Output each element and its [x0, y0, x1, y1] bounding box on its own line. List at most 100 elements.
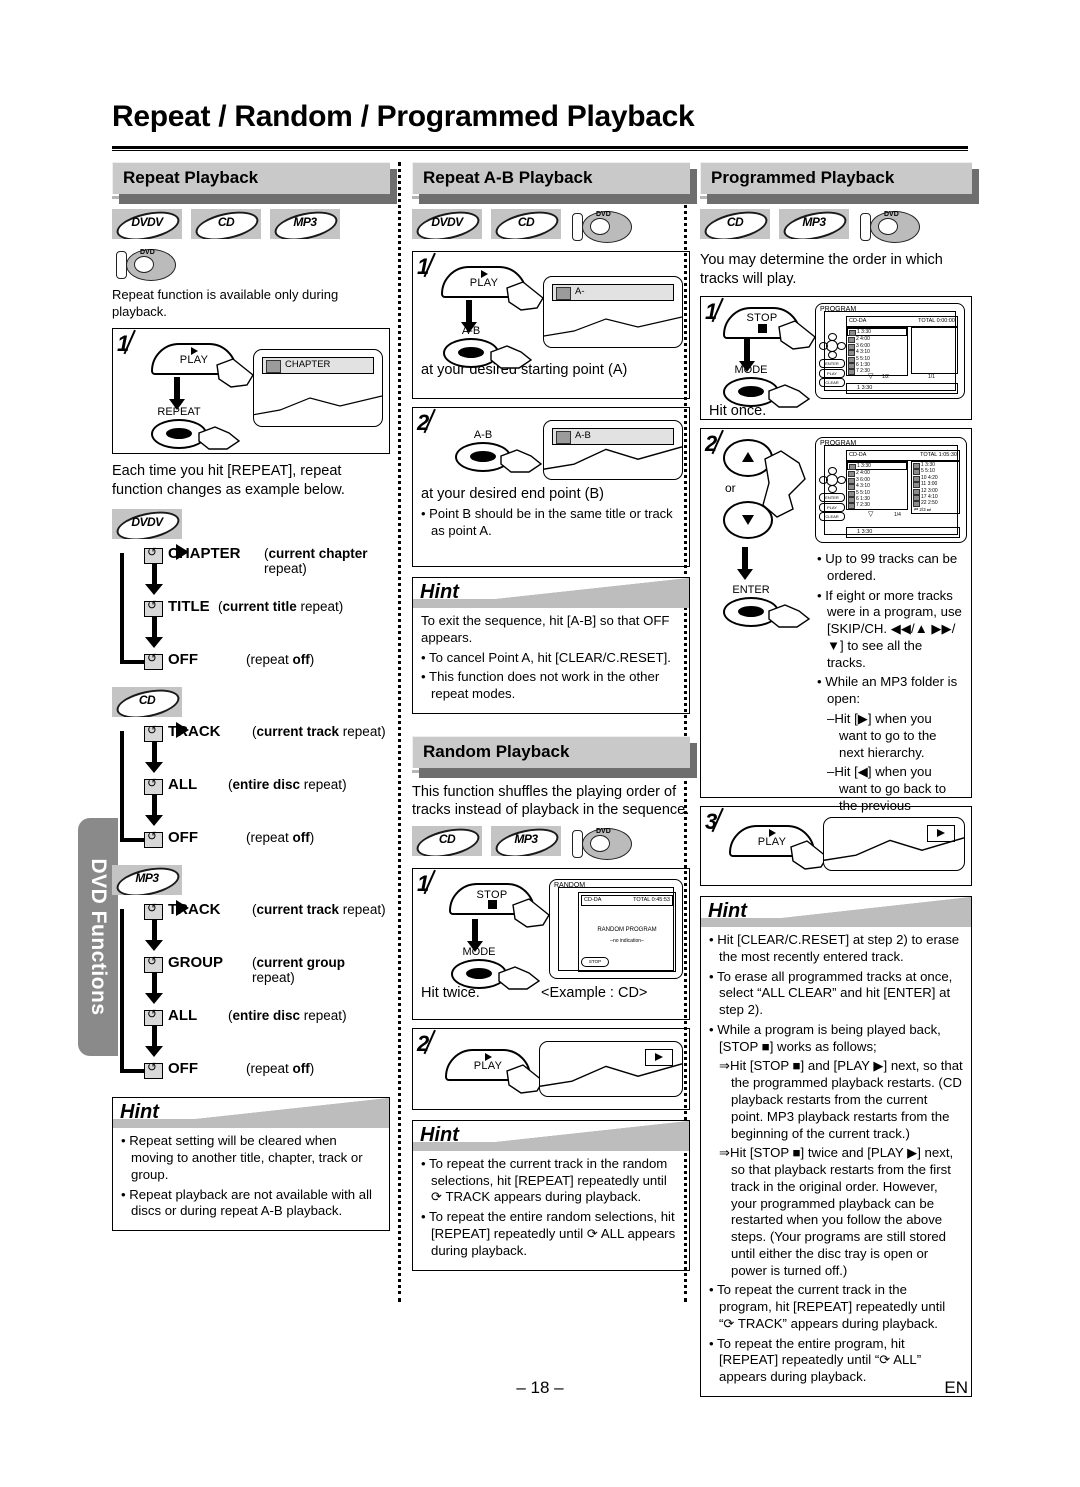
dpad-icon — [819, 467, 846, 494]
osd-play-pill: PLAY — [819, 369, 845, 379]
flow-item-2: OFF (repeat off) — [112, 829, 390, 869]
badge-cd-icon-flow: CD — [112, 687, 182, 718]
flow-item-3: OFF (repeat off) — [112, 1060, 390, 1100]
hint-item: • To repeat the entire random selections… — [421, 1209, 676, 1258]
repeat-intro-text: Repeat function is available only during… — [112, 287, 339, 319]
column-repeat-ab-playback: Repeat A-B Playback DVDV CD DVD 1 PLAY A… — [412, 162, 697, 1281]
dpad-icon — [819, 333, 846, 360]
flow-label: ALL — [168, 776, 198, 794]
badge-row-col3: CD MP3 DVD — [700, 209, 972, 243]
step-caption-left: Hit twice. — [421, 984, 480, 1001]
osd-track-list-left: 1 3:30 2 4:00 3 6:00 4 3:10 5 5:10 6 1:3… — [846, 327, 908, 376]
section-title: Random Playback — [412, 735, 690, 768]
page-number: – 18 – — [516, 1378, 564, 1397]
step-bullet: • Point B should be in the same title or… — [421, 506, 673, 538]
hint-box-program: Hint • Hit [CLEAR/C.RESET] at step 2) to… — [700, 896, 972, 1397]
osd-line1: RANDOM PROGRAM — [597, 927, 657, 934]
osd-screen-program-2: PROGRAM CD-DA TOTAL 1:05:30 ENTER PLAY C… — [815, 437, 967, 544]
hand-pointer-icon-2 — [490, 345, 533, 369]
badge-row-random: CD MP3 DVD — [412, 825, 690, 860]
osd-track-row: 7 2:30 — [847, 368, 907, 376]
osd-clear-pill: CLEAR — [819, 378, 845, 388]
step-box-random-2: 2 PLAY — [412, 1027, 690, 1110]
flow-item-2: OFF (repeat off) — [112, 651, 390, 691]
osd-total-time: TOTAL 0:45:53 — [633, 896, 670, 903]
osd-footer: 1 3:30 — [846, 527, 960, 539]
badge-dvdv-icon: DVDV — [112, 209, 182, 239]
osd-header: CD-DA TOTAL 0:00:00 — [846, 316, 958, 328]
hint-item: • To cancel Point A, hit [CLEAR/C.RESET]… — [421, 649, 671, 665]
repeat-loop-icon — [144, 1007, 163, 1027]
repeat-loop-icon — [144, 723, 163, 743]
flow-label: ALL — [168, 1007, 198, 1025]
repeat-after-step-text: Each time you hit [REPEAT], repeat funct… — [112, 463, 345, 498]
flow-label: GROUP — [168, 954, 224, 972]
osd-status-bar: CHAPTER — [262, 357, 374, 375]
hint-item: • This function does not work in the oth… — [421, 669, 660, 702]
badge-cd-icon: CD — [412, 825, 482, 856]
osd-clear-pill: CLEAR — [819, 512, 845, 522]
osd-mode-text: CHAPTER — [285, 359, 331, 371]
bullet-item: • While an MP3 folder is open: — [817, 674, 958, 707]
step-caption: at your desired end point (B) — [421, 486, 604, 502]
hint-item: • Repeat playback are not available with… — [121, 1186, 372, 1219]
section-header-repeat-playback: Repeat Playback — [112, 162, 397, 204]
osd-disc-type: CD-DA — [849, 318, 867, 325]
badge-row-col1: DVDV CD MP3 — [112, 209, 390, 239]
screen-waveform — [544, 446, 682, 470]
step-box-random-1: 1 STOP MODE RANDOM CD-DA TOTAL 0:45:53 R… — [412, 867, 690, 1020]
hint-item: • To erase all programmed tracks at once… — [709, 968, 953, 1018]
language-code: EN — [944, 1378, 968, 1397]
flow-label: OFF — [168, 829, 198, 847]
disc-tray-icon: DVD — [858, 209, 920, 243]
badge-cd-icon: CD — [491, 209, 561, 239]
repeat-loop-icon — [144, 545, 163, 565]
page-title: Repeat / Random / Programmed Playback — [112, 100, 695, 133]
down-arrow-icon — [737, 547, 753, 581]
flow-label: OFF — [168, 651, 198, 669]
osd-panel: CD-DA TOTAL 0:45:53 RANDOM PROGRAM –no i… — [578, 891, 676, 972]
osd-stop-pill: STOP — [581, 956, 609, 967]
disc-tray-icon: DVD — [570, 209, 632, 243]
osd-page-indicator: ⏮ 2/3 ⏭ — [914, 506, 931, 512]
repeat-loop-icon — [144, 954, 163, 974]
hand-pointer-icon-2 — [768, 384, 811, 408]
badge-cd-icon: CD — [191, 209, 261, 239]
osd-play-pill: PLAY — [819, 503, 845, 513]
hint-box-random: Hint • To repeat the current track in th… — [412, 1119, 690, 1271]
hint-subitem: ⇒Hit [STOP ■] twice and [PLAY ▶] next, s… — [719, 1145, 954, 1278]
bullet-item: • If eight or more tracks were in a prog… — [817, 587, 962, 670]
random-intro-text: This function shuffles the playing order… — [412, 783, 690, 819]
osd-screen-random: RANDOM CD-DA TOTAL 0:45:53 RANDOM PROGRA… — [549, 878, 683, 979]
programmed-intro-text: You may determine the order in which tra… — [700, 252, 943, 287]
hand-pointer-icon — [762, 450, 806, 518]
hint-title: Hint — [420, 581, 459, 603]
hint-item: • Hit [CLEAR/C.RESET] at step 2) to eras… — [709, 932, 960, 964]
repeat-loop-icon — [144, 1060, 163, 1080]
osd-page-left: 1/4 — [894, 512, 901, 519]
osd-disc-type: CD-DA — [584, 896, 602, 903]
side-tab-label: DVD Functions — [87, 858, 110, 1016]
step-box-repeat-1: 1 PLAY REPEAT CHAPTER — [112, 328, 390, 455]
osd-title: PROGRAM — [820, 440, 857, 448]
osd-screen-playing — [823, 817, 965, 872]
osd-track-row: 1 3:30 — [847, 462, 907, 471]
disc-tray-icon: DVD — [570, 826, 632, 860]
repeat-loop-icon — [144, 776, 163, 796]
badge-row-col2: DVDV CD DVD — [412, 209, 690, 243]
osd-header: CD-DA TOTAL 1:05:30 — [846, 450, 960, 462]
flow-label: TITLE — [168, 598, 210, 616]
osd-track-list-right — [911, 327, 958, 375]
step-caption-right: <Example : CD> — [541, 984, 648, 1001]
badge-dvdv-icon: DVDV — [412, 209, 482, 239]
repeat-loop-icon — [144, 651, 163, 671]
hint-item: • To repeat the current track in the pro… — [709, 1282, 946, 1331]
section-header-programmed: Programmed Playback — [700, 162, 979, 204]
osd-screen-chapter: CHAPTER — [253, 349, 383, 428]
hint-item: To exit the sequence, hit [A-B] so that … — [421, 613, 670, 645]
disc-tray-icon: DVD — [114, 247, 176, 281]
manual-page: Repeat / Random / Programmed Playback DV… — [0, 0, 1080, 1487]
osd-page-left: 1/2 — [882, 374, 889, 381]
osd-track-row: 7 2:30 — [847, 502, 907, 510]
hint-title: Hint — [120, 1101, 159, 1124]
